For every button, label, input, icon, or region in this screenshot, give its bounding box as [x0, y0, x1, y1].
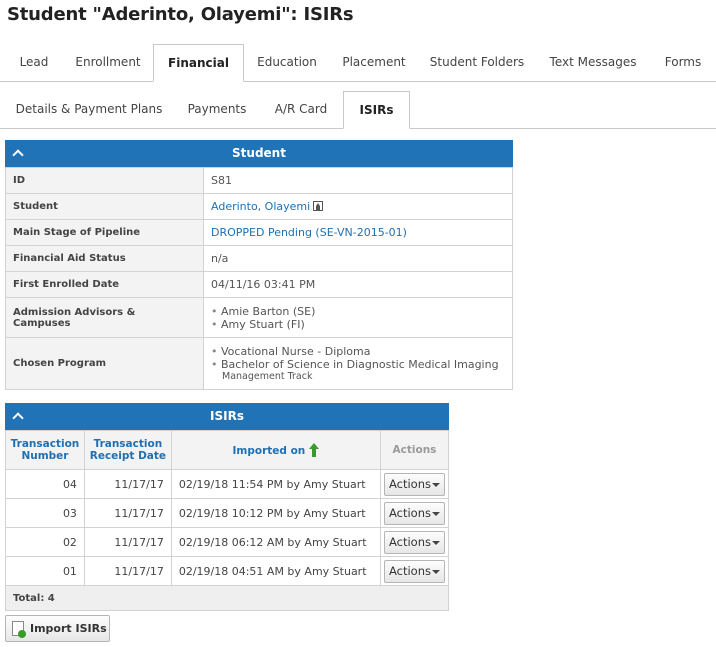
caret-down-icon — [431, 569, 440, 574]
program-list: Vocational Nurse - Diploma Bachelor of S… — [203, 337, 513, 390]
table-row: 02 11/17/17 02/19/18 06:12 AM by Amy Stu… — [5, 527, 450, 557]
sort-ascending-icon — [309, 443, 320, 457]
id-value: S81 — [203, 167, 513, 194]
caret-down-icon — [431, 482, 440, 487]
page-title: Student "Aderinto, Olayemi": ISIRs — [7, 4, 354, 25]
isirs-panel-title: ISIRs — [210, 409, 244, 423]
col-imported-on[interactable]: Imported on — [170, 430, 381, 470]
tab-enrollment[interactable]: Enrollment — [64, 44, 152, 82]
id-label: ID — [5, 167, 204, 194]
caret-down-icon — [431, 511, 440, 516]
student-panel-header: Student — [5, 140, 513, 167]
caret-down-icon — [431, 540, 440, 545]
student-label: Student — [5, 193, 204, 220]
advisor-item: Amie Barton (SE) — [211, 305, 505, 318]
sub-tab-bar: Details & Payment Plans Payments A/R Car… — [0, 91, 716, 129]
actions-label: Actions — [388, 505, 431, 520]
imported-on: 02/19/18 11:54 PM by Amy Stuart — [170, 469, 381, 499]
program-track: Management Track — [222, 370, 313, 382]
total-row: Total: 4 — [5, 585, 449, 611]
advisors-label: Admission Advisors & Campuses — [5, 297, 204, 338]
col-transaction-number[interactable]: Transaction Number — [5, 430, 85, 470]
imported-on: 02/19/18 06:12 AM by Amy Stuart — [170, 527, 381, 557]
program-item: Bachelor of Science in Diagnostic Medica… — [211, 358, 505, 371]
tab-student-folders[interactable]: Student Folders — [420, 44, 534, 82]
total-count: Total: 4 — [5, 585, 449, 611]
home-icon[interactable] — [313, 201, 324, 211]
student-link[interactable]: Aderinto, Olayemi — [211, 200, 310, 213]
import-document-icon — [12, 621, 26, 638]
imported-on: 02/19/18 10:12 PM by Amy Stuart — [170, 498, 381, 528]
aid-status-label: Financial Aid Status — [5, 245, 204, 272]
subtab-ar-card[interactable]: A/R Card — [262, 91, 340, 129]
isirs-table: Transaction Number Transaction Receipt D… — [5, 430, 450, 611]
transaction-number: 02 — [5, 527, 85, 557]
stage-link[interactable]: DROPPED Pending (SE-VN-2015-01) — [211, 226, 407, 239]
table-row: 03 11/17/17 02/19/18 10:12 PM by Amy Stu… — [5, 498, 450, 528]
actions-label: Actions — [388, 563, 431, 578]
advisors-list: Amie Barton (SE) Amy Stuart (FI) — [203, 297, 513, 338]
transaction-number: 01 — [5, 556, 85, 586]
transaction-number: 04 — [5, 469, 85, 499]
tab-financial[interactable]: Financial — [153, 44, 244, 82]
table-row: 04 11/17/17 02/19/18 11:54 PM by Amy Stu… — [5, 469, 450, 499]
imported-on: 02/19/18 04:51 AM by Amy Stuart — [170, 556, 381, 586]
col-actions: Actions — [379, 430, 450, 470]
program-item: Vocational Nurse - Diploma — [211, 345, 505, 358]
subtab-payments[interactable]: Payments — [174, 91, 260, 129]
receipt-date: 11/17/17 — [83, 469, 172, 499]
actions-dropdown-button[interactable]: Actions — [383, 530, 445, 554]
enrolled-date-value: 04/11/16 03:41 PM — [203, 271, 513, 298]
col-receipt-date[interactable]: Transaction Receipt Date — [83, 430, 172, 470]
actions-label: Actions — [388, 534, 431, 549]
table-row: 01 11/17/17 02/19/18 04:51 AM by Amy Stu… — [5, 556, 450, 586]
tab-placement[interactable]: Placement — [330, 44, 418, 82]
aid-status-value: n/a — [203, 245, 513, 272]
actions-dropdown-button[interactable]: Actions — [383, 559, 445, 583]
col-imported-on-label: Imported on — [232, 445, 306, 457]
receipt-date: 11/17/17 — [83, 556, 172, 586]
student-info-table: ID S81 Student Aderinto, Olayemi Main St… — [5, 167, 513, 390]
student-panel-title: Student — [232, 146, 286, 160]
tab-forms[interactable]: Forms — [652, 44, 714, 82]
subtab-isirs[interactable]: ISIRs — [343, 91, 410, 129]
enrolled-date-label: First Enrolled Date — [5, 271, 204, 298]
subtab-details-payment-plans[interactable]: Details & Payment Plans — [6, 91, 172, 129]
receipt-date: 11/17/17 — [83, 498, 172, 528]
transaction-number: 03 — [5, 498, 85, 528]
import-isirs-button[interactable]: Import ISIRs — [5, 615, 110, 642]
actions-label: Actions — [388, 476, 431, 491]
advisor-item: Amy Stuart (FI) — [211, 318, 505, 331]
program-label: Chosen Program — [5, 337, 204, 390]
actions-dropdown-button[interactable]: Actions — [383, 501, 445, 525]
actions-dropdown-button[interactable]: Actions — [383, 472, 445, 496]
receipt-date: 11/17/17 — [83, 527, 172, 557]
import-isirs-label: Import ISIRs — [30, 622, 107, 635]
tab-lead[interactable]: Lead — [6, 44, 62, 82]
main-tab-bar: Lead Enrollment Financial Education Plac… — [0, 44, 716, 82]
stage-label: Main Stage of Pipeline — [5, 219, 204, 246]
tab-education[interactable]: Education — [246, 44, 328, 82]
tab-text-messages[interactable]: Text Messages — [536, 44, 650, 82]
isirs-panel-header: ISIRs — [5, 403, 449, 430]
